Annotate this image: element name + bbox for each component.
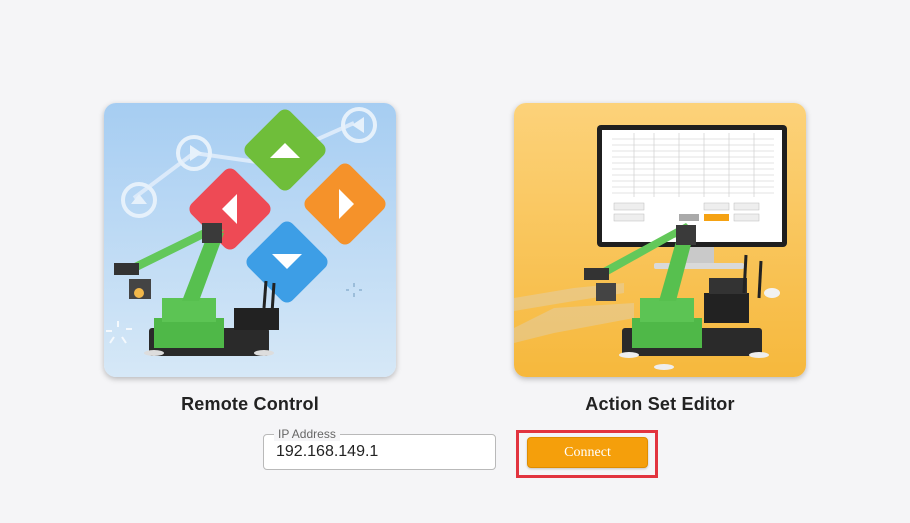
ip-address-legend: IP Address [274, 427, 340, 441]
connect-button[interactable]: Connect [527, 437, 648, 468]
mouse-icon [764, 288, 780, 298]
ip-address-input[interactable] [276, 443, 486, 461]
action-set-editor-illustration [514, 103, 806, 377]
action-set-editor-card[interactable] [514, 103, 806, 377]
app-page: Remote Control Action Set Editor IP Addr… [0, 0, 910, 523]
remote-control-card[interactable] [104, 103, 396, 377]
remote-control-illustration [104, 103, 396, 377]
ip-address-field[interactable]: IP Address [263, 427, 496, 470]
remote-control-label: Remote Control [181, 394, 319, 414]
action-set-editor-label: Action Set Editor [585, 394, 735, 414]
